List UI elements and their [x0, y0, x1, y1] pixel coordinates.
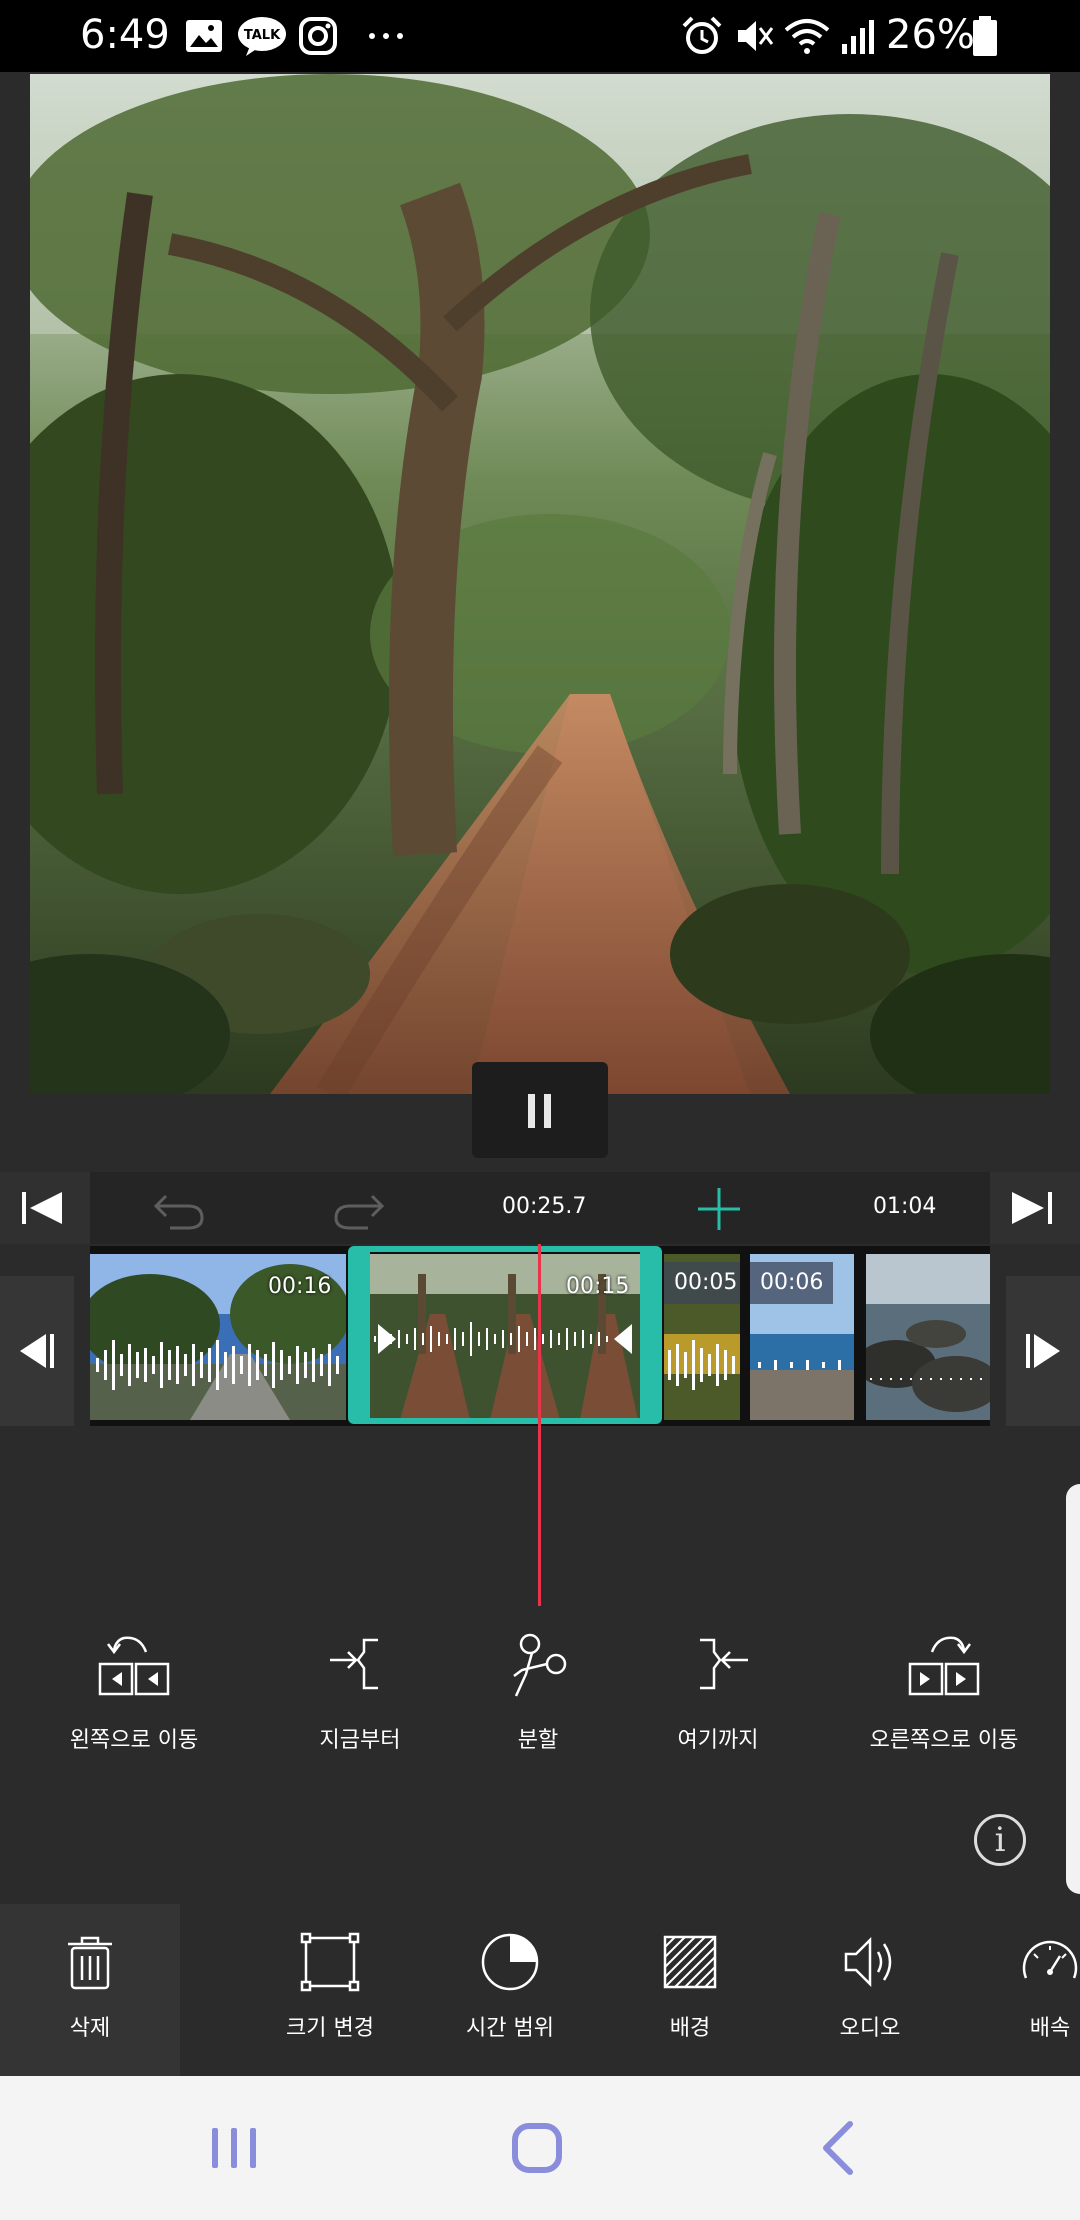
audio-waveform: [668, 1340, 735, 1390]
move-right-icon: [908, 1636, 980, 1696]
timeline-clip[interactable]: [866, 1254, 990, 1420]
home-icon: [512, 2123, 562, 2173]
trim-end-icon: [700, 1638, 748, 1690]
skip-end-icon: [1012, 1192, 1052, 1224]
delete-label: 삭제: [69, 2016, 111, 2041]
alarm-icon: [682, 16, 722, 54]
trim-start-label: 지금부터: [319, 1728, 401, 1753]
video-preview[interactable]: [30, 74, 1050, 1094]
delete-tool[interactable]: 삭제: [0, 1904, 180, 2076]
move-right-button[interactable]: 오른쪽으로 이동: [844, 1630, 1044, 1754]
move-right-label: 오른쪽으로 이동: [869, 1728, 1019, 1753]
audio-tool[interactable]: 오디오: [780, 1904, 960, 2076]
next-clip-button[interactable]: [1006, 1276, 1080, 1426]
trim-end-label: 여기까지: [677, 1728, 759, 1753]
home-button[interactable]: [487, 2106, 587, 2190]
timeline-controls: 00:25.7 01:04: [0, 1172, 1080, 1272]
timeline-clip[interactable]: 00:06: [750, 1254, 854, 1420]
battery-percent: 26%: [886, 12, 975, 58]
clip-duration: 00:16: [268, 1274, 332, 1299]
audio-waveform: [870, 1378, 982, 1380]
video-editor-screen: 6:49 TALK 26% 00:25.7 01:04 00:16 00:15 …: [0, 0, 1080, 2220]
status-time: 6:49: [80, 12, 170, 58]
recent-apps-button[interactable]: [184, 2106, 284, 2190]
trim-end-button[interactable]: 여기까지: [618, 1630, 818, 1754]
time-range-label: 시간 범위: [466, 2016, 554, 2041]
previous-clip-button[interactable]: [0, 1276, 74, 1426]
next-clip-icon: [1026, 1334, 1060, 1368]
time-range-icon: [481, 1933, 539, 1991]
trim-start-button[interactable]: 지금부터: [260, 1630, 460, 1754]
clip-duration: 00:05: [664, 1262, 740, 1304]
clip-thumbnail: [866, 1254, 990, 1420]
back-button[interactable]: [790, 2106, 890, 2190]
move-left-label: 왼쪽으로 이동: [69, 1728, 199, 1753]
instagram-icon: [299, 17, 337, 55]
system-nav-bar: [0, 2076, 1080, 2220]
forest-path-frame: [30, 74, 1050, 1094]
audio-icon: [844, 1936, 892, 1988]
scissors-icon: [513, 1633, 567, 1697]
background-icon: [663, 1935, 717, 1989]
image-icon: [186, 20, 222, 52]
move-left-icon: [98, 1636, 170, 1696]
audio-waveform: [758, 1360, 841, 1370]
time-range-tool[interactable]: 시간 범위: [420, 1904, 600, 2076]
trash-icon: [68, 1936, 112, 1990]
video-preview-area: [0, 72, 1080, 1172]
pause-icon: [528, 1094, 535, 1128]
side-panel-handle[interactable]: [1066, 1484, 1080, 1894]
add-clip-icon[interactable]: [696, 1186, 742, 1232]
talk-icon: TALK: [238, 17, 286, 56]
wifi-icon: [784, 19, 830, 54]
redo-icon[interactable]: [330, 1186, 388, 1232]
back-icon: [823, 2121, 853, 2175]
audio-label: 오디오: [839, 2016, 901, 2041]
mute-icon: [738, 21, 774, 51]
background-tool[interactable]: 배경: [600, 1904, 780, 2076]
speed-label: 배속: [1029, 2016, 1071, 2041]
prev-clip-icon: [20, 1334, 54, 1368]
playhead[interactable]: [538, 1244, 541, 1606]
edit-actions: 왼쪽으로 이동 지금부터 분할 여기까지 오른쪽으로 이동: [0, 1630, 1080, 1780]
audio-waveform: [96, 1340, 339, 1390]
signal-icon: [842, 20, 874, 54]
move-left-button[interactable]: 왼쪽으로 이동: [34, 1630, 234, 1754]
resize-tool[interactable]: 크기 변경: [240, 1904, 420, 2076]
svg-text:TALK: TALK: [244, 28, 281, 43]
clip-duration: 00:06: [750, 1262, 834, 1304]
timeline-clip[interactable]: 00:16: [90, 1254, 346, 1420]
speed-icon: [1022, 1940, 1078, 1979]
info-button[interactable]: i: [974, 1814, 1026, 1866]
status-bar: 6:49 TALK 26%: [0, 0, 1080, 72]
skip-start-icon: [22, 1192, 62, 1224]
resize-icon: [300, 1932, 360, 1992]
split-button[interactable]: 분할: [438, 1630, 638, 1754]
tool-bar: 삭제 크기 변경 시간 범위 배경 오디오 배속: [0, 1904, 1080, 2076]
background-label: 배경: [669, 2016, 711, 2041]
speed-tool[interactable]: 배속: [960, 1904, 1080, 2076]
total-time: 01:04: [873, 1194, 937, 1219]
current-time: 00:25.7: [502, 1194, 587, 1219]
selected-clip-frame[interactable]: [348, 1246, 662, 1424]
undo-icon[interactable]: [150, 1186, 208, 1232]
pause-button[interactable]: [472, 1062, 608, 1158]
trim-start-icon: [330, 1638, 378, 1690]
split-label: 분할: [517, 1728, 559, 1753]
timeline-clip[interactable]: 00:05: [664, 1254, 740, 1420]
battery-icon: [973, 16, 997, 56]
resize-label: 크기 변경: [286, 2016, 374, 2041]
recent-apps-icon: [212, 2128, 256, 2168]
more-icon: [369, 33, 403, 39]
